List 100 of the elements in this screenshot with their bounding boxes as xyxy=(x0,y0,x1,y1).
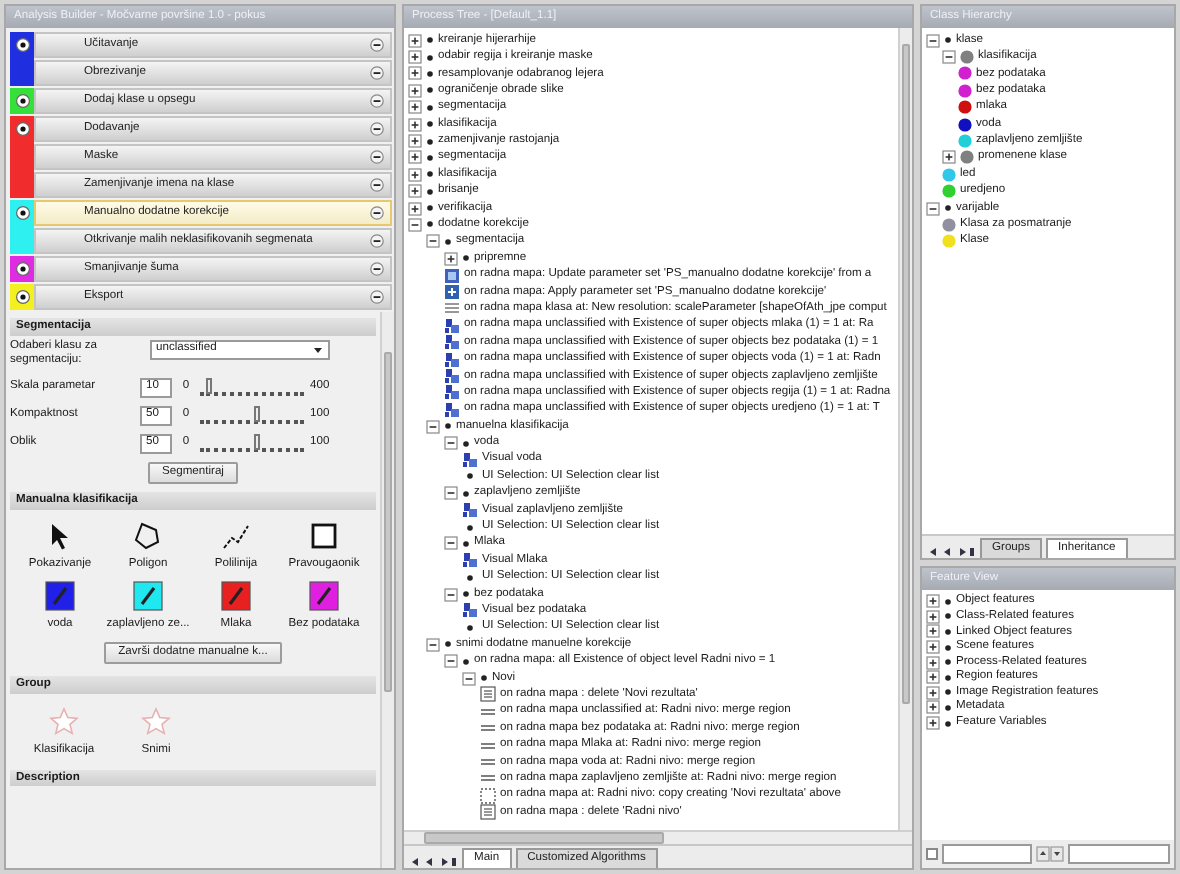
delete-icon xyxy=(480,686,496,703)
expand-icon[interactable] xyxy=(926,655,940,670)
checkbox[interactable] xyxy=(926,848,938,860)
star-icon[interactable] xyxy=(48,705,80,738)
collapse-icon[interactable] xyxy=(370,122,384,136)
brush-icon[interactable] xyxy=(132,579,164,612)
bullet-icon xyxy=(462,519,478,536)
expand-icon[interactable] xyxy=(926,609,940,624)
slider-thumb[interactable] xyxy=(253,406,260,423)
collapse-icon[interactable] xyxy=(444,436,458,451)
run-icon[interactable] xyxy=(15,38,29,52)
collapse-icon[interactable] xyxy=(370,94,384,108)
expand-icon[interactable] xyxy=(408,50,422,65)
scrollbar[interactable] xyxy=(380,312,394,868)
expand-icon[interactable] xyxy=(926,716,940,731)
bullet-icon xyxy=(444,640,452,649)
bullet-icon xyxy=(462,254,470,263)
bullet-icon xyxy=(944,204,952,213)
bullet-icon xyxy=(462,439,470,448)
brush-icon[interactable] xyxy=(44,579,76,612)
collapse-icon[interactable] xyxy=(444,536,458,551)
collapse-icon[interactable] xyxy=(370,150,384,164)
collapse-icon[interactable] xyxy=(444,654,458,669)
slider-track[interactable] xyxy=(200,378,304,397)
expand-icon[interactable] xyxy=(408,66,422,81)
brush-icon[interactable] xyxy=(220,579,252,612)
bullet-icon xyxy=(944,688,952,697)
collapse-icon[interactable] xyxy=(942,50,956,65)
bullet-icon xyxy=(444,422,452,431)
input-field[interactable] xyxy=(1068,844,1170,864)
collapse-icon[interactable] xyxy=(370,206,384,220)
scrollbar[interactable] xyxy=(898,28,912,830)
collapse-icon[interactable] xyxy=(426,234,440,249)
bullet-icon xyxy=(426,220,434,229)
collapse-icon[interactable] xyxy=(444,486,458,501)
collapse-icon[interactable] xyxy=(370,66,384,80)
bullet-icon xyxy=(426,69,434,78)
expand-icon[interactable] xyxy=(942,150,956,165)
run-icon[interactable] xyxy=(15,206,29,220)
delete-icon xyxy=(480,804,496,821)
expand-icon[interactable] xyxy=(408,117,422,132)
bullet-icon xyxy=(462,619,478,636)
bullet-icon xyxy=(444,237,452,246)
bullet-icon xyxy=(944,658,952,667)
lines-icon xyxy=(444,300,460,317)
collapse-icon[interactable] xyxy=(370,262,384,276)
expand-icon[interactable] xyxy=(408,100,422,115)
bullet-icon xyxy=(426,187,434,196)
expand-icon[interactable] xyxy=(408,83,422,98)
collapse-icon[interactable] xyxy=(370,178,384,192)
bullet-icon xyxy=(426,53,434,62)
slider-thumb[interactable] xyxy=(253,434,260,451)
class-icon xyxy=(462,451,478,468)
expand-icon[interactable] xyxy=(444,251,458,266)
expand-icon[interactable] xyxy=(408,167,422,182)
collapse-icon[interactable] xyxy=(426,419,440,434)
collapse-icon[interactable] xyxy=(370,290,384,304)
tab-scroll-icon[interactable] xyxy=(410,856,458,868)
slider-thumb[interactable] xyxy=(206,378,213,395)
expand-icon[interactable] xyxy=(926,685,940,700)
collapse-icon[interactable] xyxy=(408,217,422,232)
collapse-icon[interactable] xyxy=(926,201,940,216)
polygon-icon[interactable] xyxy=(132,519,164,552)
rectangle-icon[interactable] xyxy=(308,519,340,552)
expand-icon[interactable] xyxy=(408,33,422,48)
bullet-icon xyxy=(944,627,952,636)
bullet-icon xyxy=(944,36,952,45)
bullet-icon xyxy=(462,657,470,666)
expand-icon[interactable] xyxy=(408,201,422,216)
tab-scroll-icon[interactable] xyxy=(928,546,976,558)
bullet-icon xyxy=(944,673,952,682)
expand-icon[interactable] xyxy=(926,624,940,639)
brush-icon[interactable] xyxy=(308,579,340,612)
bullet-icon xyxy=(462,468,478,485)
bullet-icon xyxy=(462,590,470,599)
expand-icon[interactable] xyxy=(926,594,940,609)
collapse-icon[interactable] xyxy=(370,234,384,248)
expand-icon[interactable] xyxy=(926,670,940,685)
bullet-icon xyxy=(944,597,952,606)
scrollbar[interactable] xyxy=(404,830,912,844)
expand-icon[interactable] xyxy=(408,184,422,199)
collapse-icon[interactable] xyxy=(370,38,384,52)
star-icon[interactable] xyxy=(140,705,172,738)
collapse-icon[interactable] xyxy=(462,671,476,686)
slider-track[interactable] xyxy=(200,406,304,425)
bullet-icon xyxy=(462,569,478,586)
slider-track[interactable] xyxy=(200,434,304,453)
collapse-icon[interactable] xyxy=(926,33,940,48)
expand-icon[interactable] xyxy=(408,134,422,149)
expand-icon[interactable] xyxy=(926,700,940,715)
spin-icon[interactable] xyxy=(1036,846,1064,862)
expand-icon[interactable] xyxy=(926,640,940,655)
input-field[interactable] xyxy=(942,844,1032,864)
collapse-icon[interactable] xyxy=(426,637,440,652)
bullet-icon xyxy=(944,703,952,712)
collapse-icon[interactable] xyxy=(444,587,458,602)
expand-icon[interactable] xyxy=(408,150,422,165)
caret-icon xyxy=(312,343,324,356)
bullet-icon xyxy=(426,170,434,179)
bullet-icon xyxy=(426,86,434,95)
